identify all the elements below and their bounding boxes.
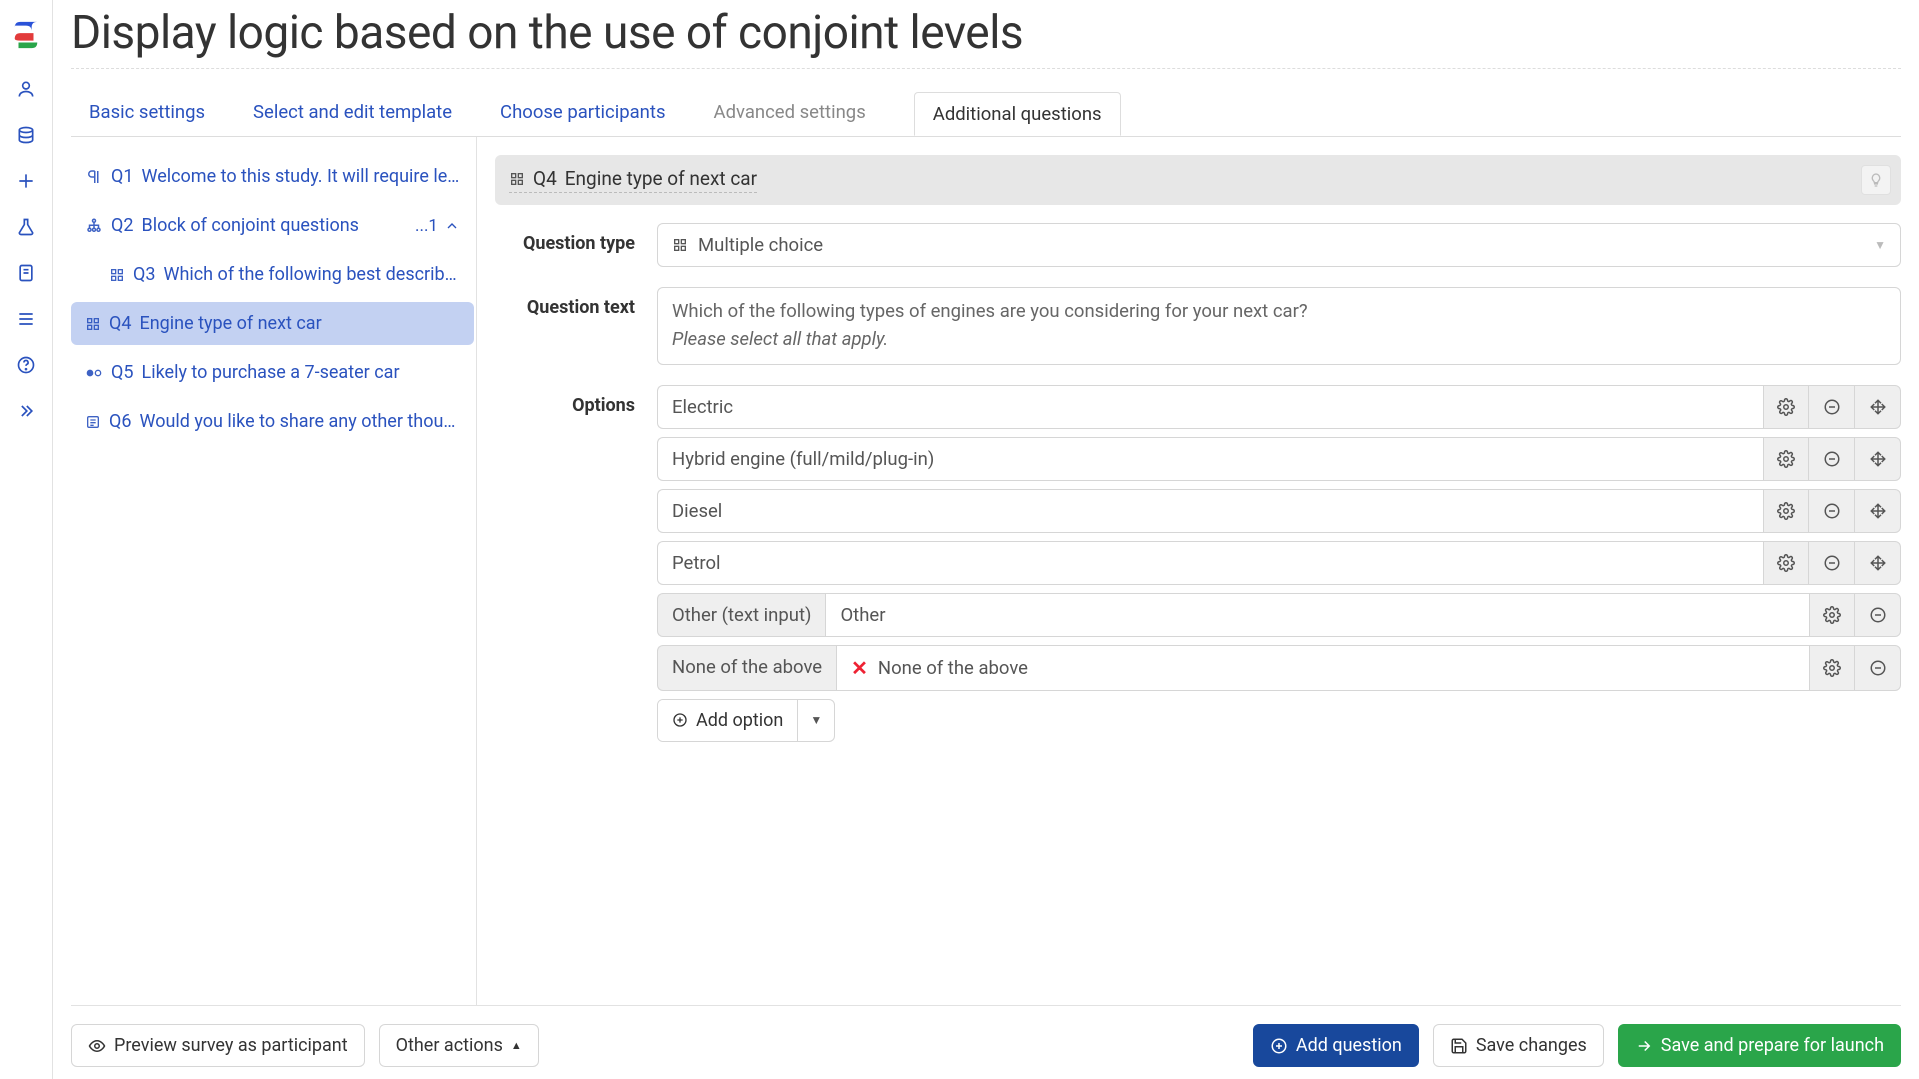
caret-up-icon: ▲ bbox=[511, 1039, 522, 1052]
option-settings-button[interactable] bbox=[1763, 437, 1809, 481]
question-list-item-q1[interactable]: Q1 Welcome to this study. It will requir… bbox=[71, 155, 474, 198]
preview-survey-button[interactable]: Preview survey as participant bbox=[71, 1024, 365, 1067]
question-detail: Q4 Engine type of next car Question type bbox=[477, 137, 1901, 1005]
option-row-other: Other (text input) Other bbox=[657, 593, 1901, 637]
options-container: Electric Hybrid engine (full/mild/plug-i… bbox=[657, 385, 1901, 742]
other-actions-button[interactable]: Other actions ▲ bbox=[379, 1024, 539, 1067]
add-option-dropdown[interactable]: ▼ bbox=[797, 700, 834, 741]
option-drag-button[interactable] bbox=[1855, 541, 1901, 585]
option-settings-button[interactable] bbox=[1809, 593, 1855, 637]
tab-basic-settings[interactable]: Basic settings bbox=[89, 91, 205, 135]
question-text-input[interactable]: Which of the following types of engines … bbox=[657, 287, 1901, 365]
option-remove-button[interactable] bbox=[1809, 437, 1855, 481]
tabs: Basic settings Select and edit template … bbox=[89, 91, 1901, 136]
question-list-item-q3[interactable]: Q3 Which of the following best describes… bbox=[71, 253, 474, 296]
option-settings-button[interactable] bbox=[1763, 489, 1809, 533]
paragraph-icon bbox=[85, 168, 103, 186]
tab-advanced-settings: Advanced settings bbox=[714, 91, 866, 135]
radio-icon bbox=[85, 365, 103, 381]
option-input[interactable]: Diesel bbox=[657, 489, 1763, 533]
option-settings-button[interactable] bbox=[1763, 385, 1809, 429]
question-list-item-q5[interactable]: Q5 Likely to purchase a 7-seater car bbox=[71, 351, 474, 394]
option-settings-button[interactable] bbox=[1809, 645, 1855, 691]
option-other-prefix: Other (text input) bbox=[657, 593, 825, 637]
rail-help-icon[interactable] bbox=[0, 342, 53, 388]
hierarchy-icon bbox=[85, 217, 103, 235]
tab-select-template[interactable]: Select and edit template bbox=[253, 91, 452, 135]
question-header-title: Engine type of next car bbox=[565, 167, 757, 190]
option-drag-button[interactable] bbox=[1855, 385, 1901, 429]
option-remove-button[interactable] bbox=[1809, 385, 1855, 429]
x-mark-icon: ✕ bbox=[851, 656, 868, 680]
option-input[interactable]: Hybrid engine (full/mild/plug-in) bbox=[657, 437, 1763, 481]
rail-user-icon[interactable] bbox=[0, 66, 53, 112]
rail-menu-icon[interactable] bbox=[0, 296, 53, 342]
grid-icon bbox=[672, 237, 688, 253]
add-option-group: Add option ▼ bbox=[657, 699, 835, 742]
lightbulb-icon[interactable] bbox=[1861, 165, 1891, 195]
option-remove-button[interactable] bbox=[1809, 541, 1855, 585]
tab-choose-participants[interactable]: Choose participants bbox=[500, 91, 665, 135]
grid-icon bbox=[85, 316, 101, 332]
option-input[interactable]: Petrol bbox=[657, 541, 1763, 585]
question-list: Q1 Welcome to this study. It will requir… bbox=[71, 137, 477, 1005]
note-icon bbox=[85, 414, 101, 430]
question-header-num: Q4 bbox=[533, 167, 557, 190]
tab-additional-questions[interactable]: Additional questions bbox=[914, 92, 1121, 136]
option-none-prefix: None of the above bbox=[657, 645, 836, 691]
question-type-label: Question type bbox=[495, 223, 635, 254]
footer: Preview survey as participant Other acti… bbox=[71, 1005, 1901, 1079]
app-logo[interactable] bbox=[0, 12, 53, 58]
rail-plus-icon[interactable] bbox=[0, 158, 53, 204]
option-drag-button[interactable] bbox=[1855, 489, 1901, 533]
rail-stack-icon[interactable] bbox=[0, 112, 53, 158]
page-title: Display logic based on the use of conjoi… bbox=[71, 0, 1901, 69]
option-remove-button[interactable] bbox=[1855, 593, 1901, 637]
question-list-item-q2[interactable]: Q2 Block of conjoint questions ...1 bbox=[71, 204, 474, 247]
option-row: Electric bbox=[657, 385, 1901, 429]
grid-icon bbox=[509, 171, 525, 187]
question-list-item-q4[interactable]: Q4 Engine type of next car bbox=[71, 302, 474, 345]
grid-icon bbox=[109, 267, 125, 283]
add-question-button[interactable]: Add question bbox=[1253, 1024, 1419, 1067]
option-other-input[interactable]: Other bbox=[825, 593, 1809, 637]
rail-flask-icon[interactable] bbox=[0, 204, 53, 250]
add-option-button[interactable]: Add option bbox=[658, 700, 797, 741]
option-row: Diesel bbox=[657, 489, 1901, 533]
option-settings-button[interactable] bbox=[1763, 541, 1809, 585]
option-drag-button[interactable] bbox=[1855, 437, 1901, 481]
save-changes-button[interactable]: Save changes bbox=[1433, 1024, 1604, 1067]
left-rail bbox=[0, 0, 53, 1079]
rail-book-icon[interactable] bbox=[0, 250, 53, 296]
question-type-select[interactable]: Multiple choice ▼ bbox=[657, 223, 1901, 267]
option-row: Hybrid engine (full/mild/plug-in) bbox=[657, 437, 1901, 481]
question-text-line1: Which of the following types of engines … bbox=[672, 298, 1886, 326]
option-row: Petrol bbox=[657, 541, 1901, 585]
chevron-up-icon[interactable] bbox=[444, 218, 460, 234]
option-input[interactable]: Electric bbox=[657, 385, 1763, 429]
question-header: Q4 Engine type of next car bbox=[495, 155, 1901, 205]
question-text-label: Question text bbox=[495, 287, 635, 318]
option-remove-button[interactable] bbox=[1809, 489, 1855, 533]
option-remove-button[interactable] bbox=[1855, 645, 1901, 691]
chevron-down-icon: ▼ bbox=[1874, 238, 1886, 252]
option-none-display[interactable]: ✕ None of the above bbox=[836, 645, 1809, 691]
question-list-item-q6[interactable]: Q6 Would you like to share any other tho… bbox=[71, 400, 474, 443]
rail-expand-icon[interactable] bbox=[0, 388, 53, 434]
option-row-none: None of the above ✕ None of the above bbox=[657, 645, 1901, 691]
save-and-launch-button[interactable]: Save and prepare for launch bbox=[1618, 1024, 1901, 1067]
options-label: Options bbox=[495, 385, 635, 416]
question-type-value: Multiple choice bbox=[698, 234, 823, 256]
question-text-line2: Please select all that apply. bbox=[672, 328, 888, 350]
q2-tail-count: ...1 bbox=[415, 216, 438, 236]
